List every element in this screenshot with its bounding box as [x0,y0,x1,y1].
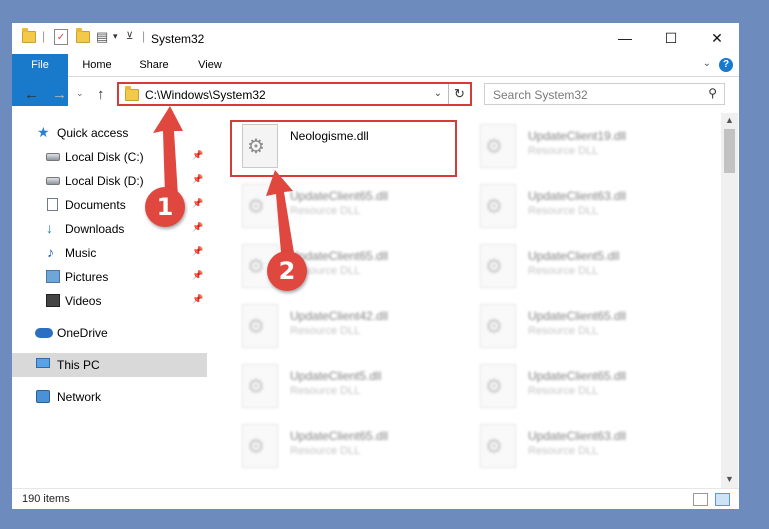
annotation-arrows [153,106,294,253]
step-2-badge: 2 [267,251,307,291]
step-1-badge: 1 [145,187,185,227]
arrow-to-address-bar [153,106,183,196]
arrow-to-file [266,170,294,253]
